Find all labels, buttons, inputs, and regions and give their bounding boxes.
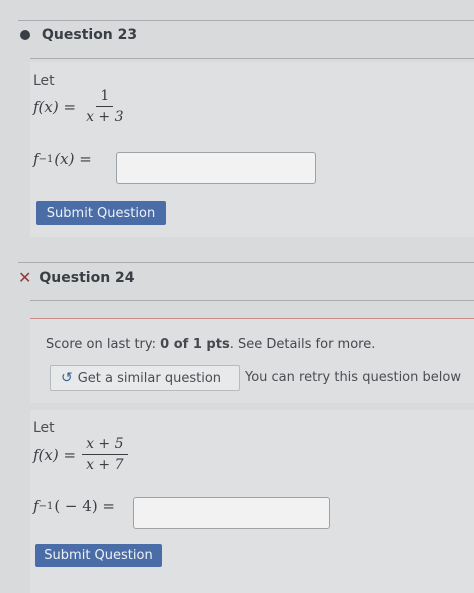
question-23-title: Question 23 bbox=[42, 27, 138, 43]
q24-fraction: x + 5 x + 7 bbox=[82, 436, 128, 473]
divider-q23 bbox=[30, 58, 474, 59]
q24-numerator: x + 5 bbox=[82, 436, 128, 455]
q23-function-definition: f(x) = 1 x + 3 bbox=[33, 88, 128, 125]
divider-q24 bbox=[30, 300, 474, 301]
retry-message: You can retry this question below bbox=[245, 370, 461, 385]
q23-inverse-expression: f −1 (x) = bbox=[33, 150, 92, 168]
q23-numerator: 1 bbox=[96, 88, 114, 107]
q24-inverse-expression: f −1 ( − 4) = bbox=[33, 497, 115, 515]
q23-denominator: x + 3 bbox=[86, 109, 124, 125]
q23-answer-input[interactable] bbox=[116, 152, 316, 184]
q23-submit-button[interactable]: Submit Question bbox=[36, 201, 166, 225]
q23-fraction: 1 x + 3 bbox=[82, 88, 127, 125]
question-23-header: Question 23 bbox=[20, 27, 137, 43]
incorrect-x-icon: ✕ bbox=[18, 268, 32, 287]
refresh-icon: ↺ bbox=[61, 370, 73, 386]
get-similar-question-button[interactable]: ↺ Get a similar question bbox=[50, 365, 240, 391]
q24-submit-button[interactable]: Submit Question bbox=[35, 544, 162, 567]
score-value: 0 of 1 pts bbox=[160, 337, 230, 352]
q23-let-label: Let bbox=[33, 73, 55, 89]
q24-f-lhs: f(x) = bbox=[33, 445, 77, 464]
q24-denominator: x + 7 bbox=[86, 457, 124, 473]
q24-inverse-arg: ( − 4) = bbox=[54, 497, 116, 515]
question-24-header: ✕ Question 24 bbox=[18, 268, 135, 287]
q24-function-definition: f(x) = x + 5 x + 7 bbox=[33, 436, 128, 473]
similar-question-label: Get a similar question bbox=[77, 370, 222, 386]
q24-answer-input[interactable] bbox=[133, 497, 330, 529]
score-prefix: Score on last try: bbox=[46, 337, 157, 352]
divider-q24-top bbox=[18, 262, 474, 263]
status-dot-icon bbox=[20, 30, 30, 40]
score-suffix: . See Details for more. bbox=[229, 337, 376, 352]
q23-f-lhs: f(x) = bbox=[33, 97, 77, 116]
divider-top bbox=[18, 20, 474, 21]
score-card: Score on last try: 0 of 1 pts. See Detai… bbox=[30, 318, 474, 403]
q24-inverse-sup: −1 bbox=[38, 500, 54, 512]
q24-let-label: Let bbox=[33, 420, 55, 436]
score-text: Score on last try: 0 of 1 pts. See Detai… bbox=[46, 337, 375, 352]
q23-inverse-sup: −1 bbox=[38, 153, 54, 165]
question-24-title: Question 24 bbox=[39, 270, 135, 286]
q23-inverse-arg: (x) = bbox=[54, 150, 92, 168]
